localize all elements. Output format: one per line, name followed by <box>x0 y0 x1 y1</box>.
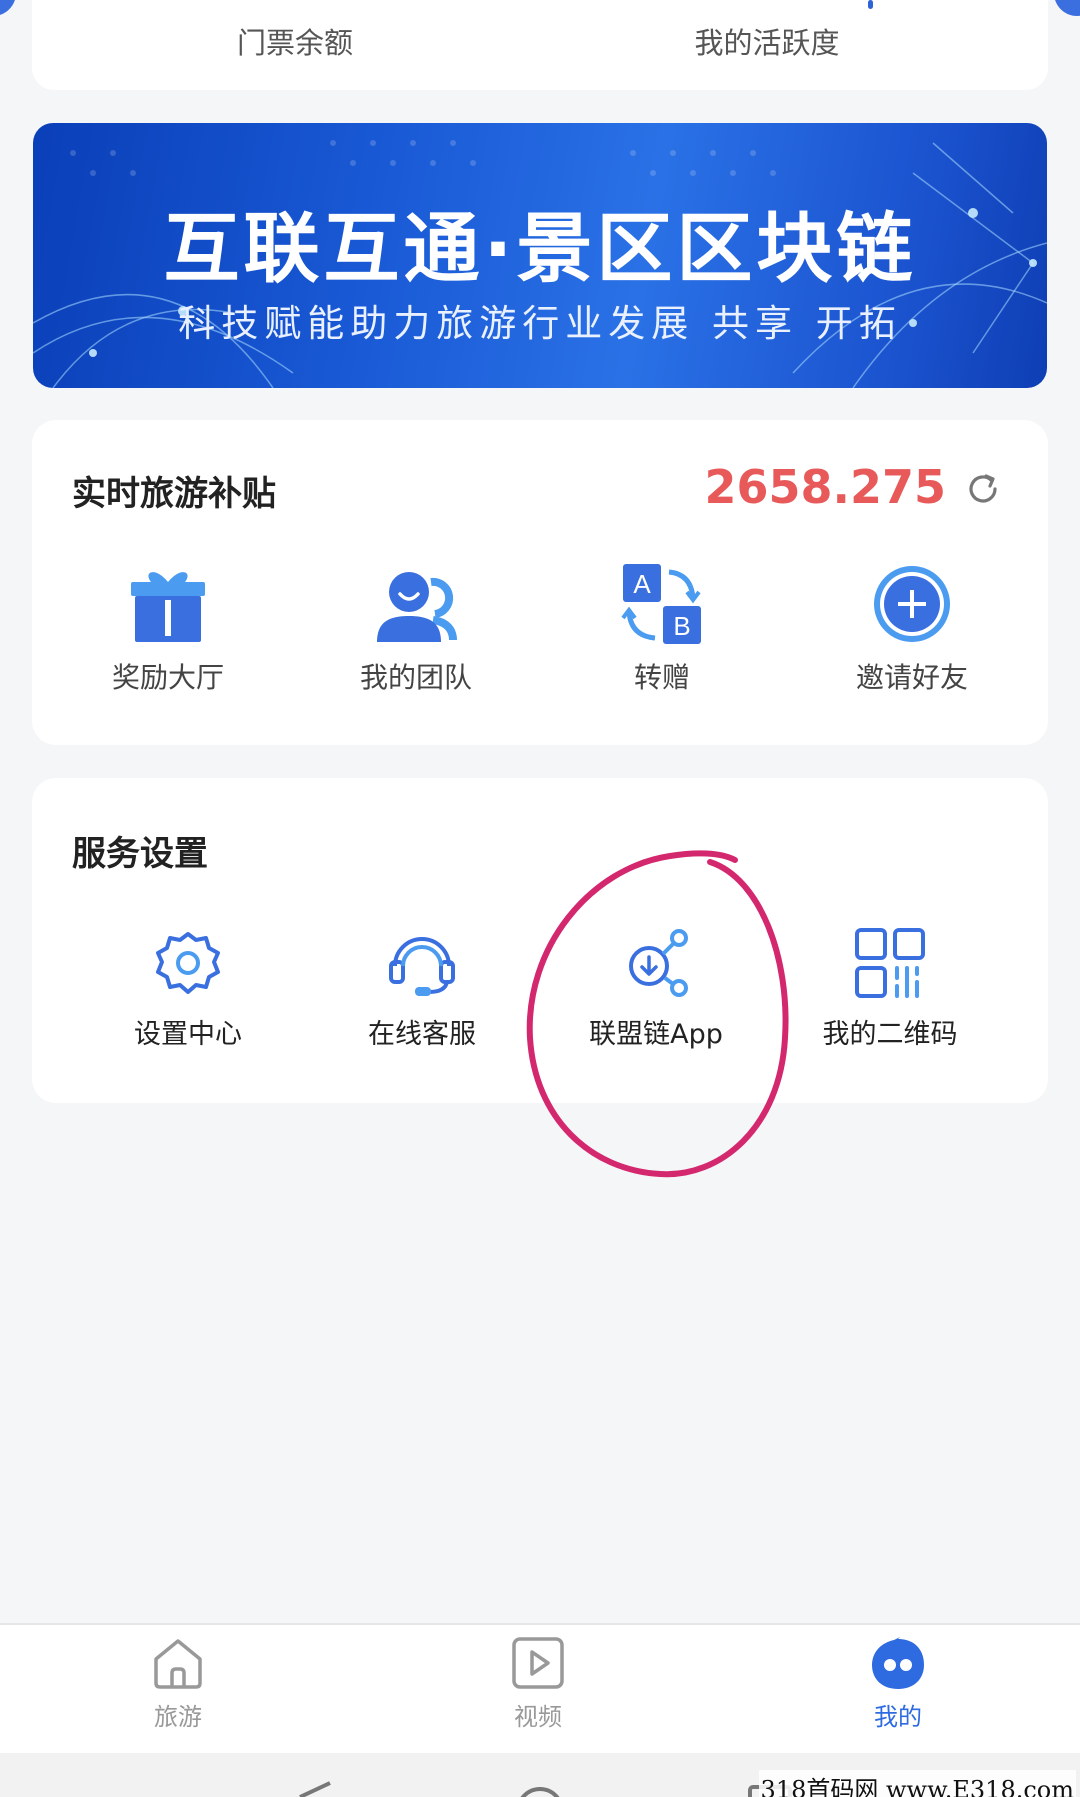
online-support-label: 在线客服 <box>368 1019 476 1050</box>
home-icon <box>154 1639 202 1689</box>
transfer-ab-icon: A B <box>621 564 701 644</box>
decor-corner-right <box>1054 0 1080 16</box>
tab-video-label: 视频 <box>514 1703 562 1731</box>
settings-center-label: 设置中心 <box>134 1019 242 1050</box>
scroll-indicator <box>868 0 873 9</box>
tab-video[interactable]: 视频 <box>458 1635 618 1732</box>
decor-corner-left <box>0 0 16 16</box>
promo-banner[interactable]: 互联互通·景区区块链 科技赋能助力旅游行业发展 共享 开拓 <box>33 123 1047 388</box>
qr-code-icon <box>855 928 925 998</box>
my-qr-code-label: 我的二维码 <box>822 1019 958 1050</box>
transfer-label: 转赠 <box>633 661 690 694</box>
headset-icon <box>389 937 455 996</box>
profile-face-icon <box>872 1637 924 1689</box>
banner-subtitle: 科技赋能助力旅游行业发展 共享 开拓 <box>178 302 902 345</box>
svg-text:B: B <box>673 611 690 641</box>
invite-friends-label: 邀请好友 <box>855 661 968 694</box>
activity-label[interactable]: 我的活跃度 <box>694 20 839 62</box>
balance-card: 门票余额 我的活跃度 <box>32 0 1048 90</box>
reward-hall-label: 奖励大厅 <box>111 661 224 694</box>
bottom-tab-bar: 旅游 视频 我的 <box>0 1623 1080 1753</box>
gear-icon <box>156 932 220 994</box>
gift-icon <box>131 572 205 642</box>
my-team-label: 我的团队 <box>359 661 472 694</box>
annotation-circle <box>526 850 789 1178</box>
home-nav-icon <box>520 1787 560 1797</box>
subsidy-amount: 2658.275 <box>704 460 946 514</box>
team-icon <box>377 572 457 642</box>
my-qr-code-button[interactable]: 我的二维码 <box>790 926 990 1051</box>
settings-center-button[interactable]: 设置中心 <box>88 926 288 1051</box>
back-icon <box>299 1781 331 1797</box>
tab-mine[interactable]: 我的 <box>818 1635 978 1732</box>
play-icon <box>512 1637 564 1689</box>
transfer-button[interactable]: A B 转赠 <box>562 562 762 696</box>
services-title: 服务设置 <box>72 834 208 874</box>
ticket-balance-label[interactable]: 门票余额 <box>237 20 353 62</box>
tab-travel[interactable]: 旅游 <box>98 1635 258 1732</box>
banner-title: 互联互通·景区区块链 <box>163 204 917 293</box>
online-support-button[interactable]: 在线客服 <box>322 926 522 1051</box>
invite-friends-button[interactable]: 邀请好友 <box>812 562 1012 696</box>
refresh-icon[interactable] <box>964 470 1002 508</box>
my-team-button[interactable]: 我的团队 <box>316 562 516 696</box>
watermark-text: 318首码网 www.E318.com <box>758 1770 1076 1797</box>
tab-mine-label: 我的 <box>874 1703 922 1731</box>
reward-hall-button[interactable]: 奖励大厅 <box>68 562 268 696</box>
tab-travel-label: 旅游 <box>154 1703 202 1731</box>
travel-subsidy-card: 实时旅游补贴 2658.275 奖励大厅 我的团队 A B 转赠 邀请好友 <box>32 420 1048 745</box>
subsidy-title: 实时旅游补贴 <box>72 474 276 514</box>
svg-text:A: A <box>633 569 651 599</box>
plus-circle-icon <box>874 566 950 642</box>
